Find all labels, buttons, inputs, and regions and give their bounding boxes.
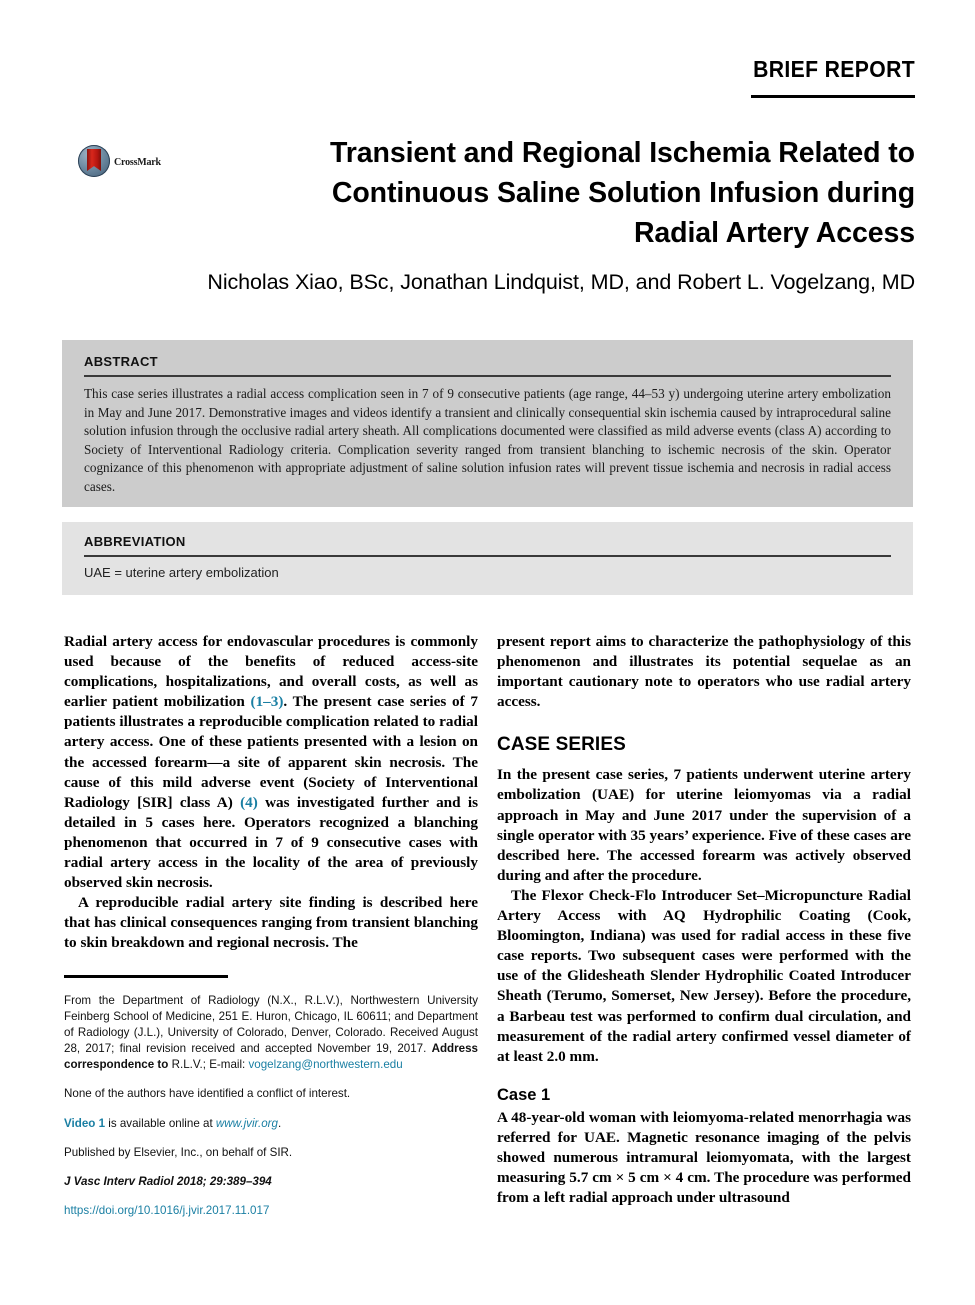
- email-link[interactable]: vogelzang@northwestern.edu: [248, 1058, 402, 1071]
- footnote-affiliation: From the Department of Radiology (N.X., …: [64, 993, 478, 1073]
- video-label[interactable]: Video 1: [64, 1117, 105, 1130]
- heading-case-series: CASE SERIES: [497, 734, 626, 756]
- footnote-publisher: Published by Elsevier, Inc., on behalf o…: [64, 1145, 293, 1159]
- crossmark-logo[interactable]: CrossMark: [78, 145, 182, 179]
- abbreviation-text: UAE = uterine artery embolization: [84, 565, 279, 580]
- paragraph-case-1: A 48-year-old woman with leiomyoma-relat…: [497, 1108, 911, 1207]
- crossmark-label: CrossMark: [114, 157, 161, 168]
- article-page: BRIEF REPORT CrossMark Transient and Reg…: [0, 0, 975, 1305]
- footnote-citation: J Vasc Interv Radiol 2018; 29:389–394: [64, 1174, 272, 1188]
- footnote-doi: https://doi.org/10.1016/j.jvir.2017.11.0…: [64, 1203, 478, 1219]
- author-list: Nicholas Xiao, BSc, Jonathan Lindquist, …: [207, 270, 915, 294]
- paragraph-intro-2: A reproducible radial artery site findin…: [64, 894, 478, 952]
- crossmark-bookmark-icon: [87, 149, 101, 171]
- page-title: Transient and Regional Ischemia Related …: [60, 133, 915, 253]
- footnote-video: Video 1 is available online at www.jvir.…: [64, 1116, 478, 1132]
- running-head-label: BRIEF REPORT: [753, 56, 915, 82]
- body-column-left: Radial artery access for endovascular pr…: [64, 632, 478, 954]
- title-line-3: Radial Artery Access: [633, 217, 915, 249]
- footnote-block: From the Department of Radiology (N.X., …: [64, 975, 478, 1219]
- abbreviation-section: ABBREVIATION UAE = uterine artery emboli…: [62, 522, 913, 595]
- abstract-rule: [84, 375, 891, 377]
- affiliation-text-a: From the Department of Radiology (N.X., …: [64, 994, 478, 1056]
- paragraph-case-series-1: In the present case series, 7 patients u…: [497, 766, 911, 884]
- title-line-1: Transient and Regional Ischemia Related …: [330, 137, 915, 169]
- abstract-text: This case series illustrates a radial ac…: [84, 386, 891, 494]
- running-head: BRIEF REPORT: [60, 56, 915, 98]
- title-line-2: Continuous Saline Solution Infusion duri…: [331, 177, 915, 209]
- crossmark-badge-icon: [78, 145, 110, 177]
- footnote-conflict: None of the authors have identified a co…: [64, 1087, 351, 1101]
- paragraph-case-series-2: The Flexor Check-Flo Introducer Set–Micr…: [497, 886, 911, 1065]
- affiliation-text-b: R.L.V.; E-mail:: [168, 1058, 249, 1072]
- footnote-rule: [64, 975, 228, 978]
- body-column-right: present report aims to characterize the …: [497, 632, 911, 1208]
- heading-case-1: Case 1: [497, 1085, 551, 1104]
- reference-link-4[interactable]: (4): [240, 794, 258, 811]
- doi-link[interactable]: https://doi.org/10.1016/j.jvir.2017.11.0…: [64, 1204, 269, 1217]
- running-head-rule: [751, 95, 915, 98]
- abbreviation-rule: [84, 555, 891, 557]
- title-block: CrossMark Transient and Regional Ischemi…: [60, 133, 915, 253]
- abstract-heading: ABSTRACT: [84, 354, 158, 369]
- video-period: .: [277, 1116, 282, 1130]
- abstract-section: ABSTRACT This case series illustrates a …: [62, 340, 913, 507]
- paragraph-intro-1: Radial artery access for endovascular pr…: [64, 632, 478, 893]
- abbreviation-heading: ABBREVIATION: [84, 534, 186, 549]
- paragraph-intro-3: present report aims to characterize the …: [497, 633, 911, 711]
- video-text: is available online at: [105, 1116, 216, 1130]
- jvir-url-link[interactable]: www.jvir.org: [216, 1117, 278, 1130]
- reference-link-1-3[interactable]: (1–3): [251, 693, 284, 710]
